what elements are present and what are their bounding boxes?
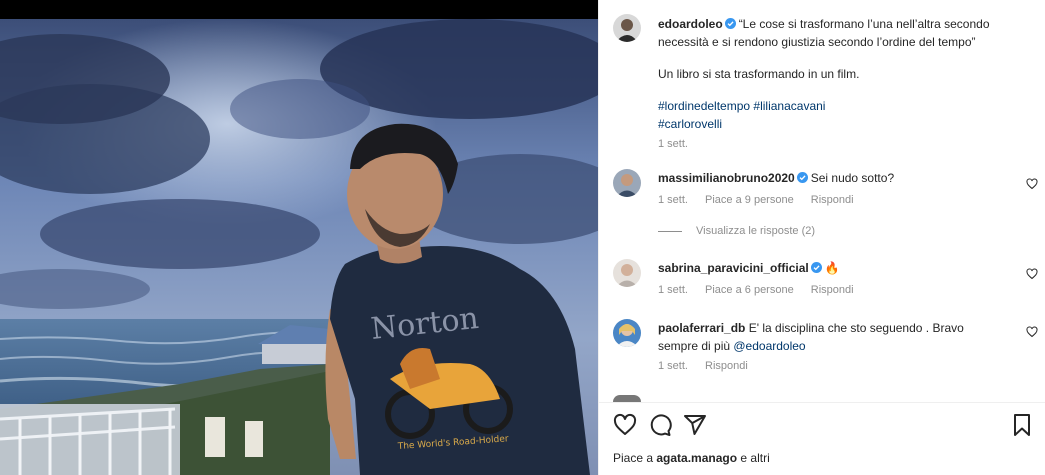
comment-actions: 1 sett. Piace a 9 persone Rispondi <box>658 194 868 206</box>
commenter-username[interactable]: sabrina_paravicini_official <box>658 261 809 275</box>
comment-like-heart-icon[interactable] <box>1026 178 1038 190</box>
comment-body: massimilianobruno2020 Sei nudo sotto? <box>658 169 988 187</box>
comment-timestamp[interactable]: 1 sett. <box>658 194 688 206</box>
post-photo[interactable]: Norton The World's Road-Holder <box>0 19 598 475</box>
heart-icon[interactable] <box>613 413 637 437</box>
hashtag-link[interactable]: #lordinedeltempo <box>658 99 750 113</box>
author-username[interactable]: edoardoleo <box>658 17 723 31</box>
replies-divider-line <box>658 230 682 232</box>
comment-likes-count[interactable]: Piace a 6 persone <box>705 284 794 296</box>
comment-actions: 1 sett. Rispondi <box>658 360 762 372</box>
verified-badge-icon <box>810 262 822 273</box>
caption-text: edoardoleo “Le cose si trasformano l’una … <box>658 15 1028 153</box>
share-icon[interactable] <box>683 413 707 437</box>
post-action-bar <box>613 413 1033 437</box>
comment-likes-count[interactable]: Piace a 9 persone <box>705 194 794 206</box>
comment-actions: 1 sett. Piace a 6 persone Rispondi <box>658 284 868 296</box>
verified-badge-icon <box>724 18 736 29</box>
liker-username[interactable]: agata.manago <box>656 451 737 465</box>
view-replies-label[interactable]: Visualizza le risposte (2) <box>696 225 815 237</box>
view-replies-button[interactable]: Visualizza le risposte (2) <box>658 225 815 237</box>
action-bar-divider <box>599 402 1045 403</box>
post-side-panel: edoardoleo “Le cose si trasformano l’una … <box>598 0 1045 475</box>
comment-text-fire-emoji: 🔥 <box>824 261 840 275</box>
reply-button[interactable]: Rispondi <box>811 284 854 296</box>
post-timestamp[interactable]: 1 sett. <box>658 135 1028 153</box>
author-avatar[interactable] <box>613 14 641 42</box>
verified-badge-icon <box>796 172 808 183</box>
commenter-username[interactable]: massimilianobruno2020 <box>658 171 795 185</box>
comment-timestamp[interactable]: 1 sett. <box>658 284 688 296</box>
commenter-avatar[interactable] <box>613 319 641 347</box>
comment-body: paolaferrari_db E' la disciplina che sto… <box>658 319 988 355</box>
hashtag-link[interactable]: #lilianacavani <box>753 99 825 113</box>
comment-timestamp[interactable]: 1 sett. <box>658 360 688 372</box>
caption-second-line: Un libro si sta trasformando in un film. <box>658 67 860 81</box>
commenter-avatar[interactable] <box>613 169 641 197</box>
comment-text: Sei nudo sotto? <box>810 171 895 185</box>
comment-body: sabrina_paravicini_official 🔥 <box>658 259 988 277</box>
next-commenter-avatar-partial[interactable] <box>613 395 641 402</box>
mention-link[interactable]: @edoardoleo <box>733 339 805 353</box>
reply-button[interactable]: Rispondi <box>705 360 748 372</box>
photo-illustration: Norton The World's Road-Holder <box>0 19 598 475</box>
hashtag-link[interactable]: #carlorovelli <box>658 117 722 131</box>
bookmark-icon[interactable] <box>1010 413 1034 437</box>
post-likes-summary[interactable]: Piace a agata.manago e altri <box>613 451 770 465</box>
likes-suffix[interactable]: e altri <box>737 451 769 465</box>
commenter-username[interactable]: paolaferrari_db <box>658 321 745 335</box>
comment-like-heart-icon[interactable] <box>1026 326 1038 338</box>
reply-button[interactable]: Rispondi <box>811 194 854 206</box>
comment-icon[interactable] <box>648 413 672 437</box>
likes-prefix: Piace a <box>613 451 657 465</box>
comment-like-heart-icon[interactable] <box>1026 268 1038 280</box>
commenter-avatar[interactable] <box>613 259 641 287</box>
